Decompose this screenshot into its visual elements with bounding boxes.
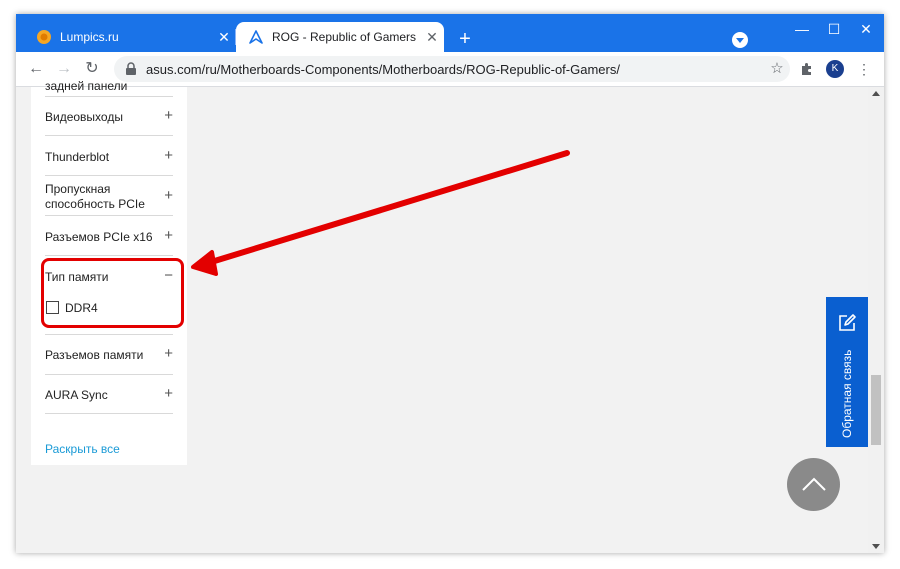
extensions-puzzle-icon[interactable] [799, 61, 815, 77]
tab-title: Lumpics.ru [60, 30, 119, 44]
lock-icon [126, 62, 136, 75]
browser-window: Lumpics.ru ✕ ROG - Republic of Gamers | … [16, 14, 884, 553]
close-window-icon[interactable]: ✕ [848, 14, 884, 44]
scrollbar-thumb[interactable] [871, 375, 881, 445]
expand-plus-icon[interactable]: + [164, 187, 173, 204]
scroll-up-icon[interactable] [872, 91, 880, 96]
reload-icon[interactable]: ↻ [80, 57, 104, 81]
url-text: asus.com/ru/Motherboards-Components/Moth… [146, 61, 620, 77]
bookmark-star-icon[interactable]: ☆ [764, 56, 790, 82]
back-arrow-icon[interactable]: ← [24, 57, 48, 81]
tab-rog[interactable]: ROG - Republic of Gamers | Мат ✕ [236, 22, 444, 52]
page-content: задней панели Видеовыходы + Thunderblot … [16, 79, 868, 553]
filter-item-pcie-x16-slots[interactable]: Разъемов PCIe x16 + [45, 216, 173, 256]
feedback-label: Обратная связь [840, 349, 854, 439]
filter-item-pcie-bandwidth[interactable]: Пропускная способность PCIe + [45, 176, 173, 216]
address-bar[interactable]: asus.com/ru/Motherboards-Components/Moth… [114, 56, 790, 82]
filter-label: задней панели [45, 79, 128, 93]
filter-label: Разъемов PCIe x16 [45, 230, 153, 244]
highlight-annotation-box [41, 258, 184, 328]
forward-arrow-icon[interactable]: → [52, 57, 76, 81]
filter-item-aura-sync[interactable]: AURA Sync + [45, 375, 173, 414]
back-to-top-button[interactable] [787, 458, 840, 511]
filter-label: Видеовыходы [45, 110, 123, 124]
vertical-scrollbar[interactable] [868, 87, 884, 553]
expand-plus-icon[interactable]: + [164, 107, 173, 124]
filter-item-video-outputs[interactable]: Видеовыходы + [45, 96, 173, 136]
tab-close-icon[interactable]: ✕ [212, 29, 236, 46]
expand-plus-icon[interactable]: + [164, 147, 173, 164]
expand-plus-icon[interactable]: + [164, 385, 173, 402]
tab-search-dropdown-icon[interactable] [732, 32, 748, 48]
expand-plus-icon[interactable]: + [164, 227, 173, 244]
menu-kebab-icon[interactable]: ⋮ [852, 57, 876, 81]
maximize-icon[interactable]: ☐ [816, 14, 852, 44]
tab-lumpics[interactable]: Lumpics.ru ✕ [24, 22, 236, 52]
edit-pencil-icon [839, 314, 856, 331]
profile-avatar[interactable]: K [826, 60, 844, 78]
filter-item-rear-panel[interactable]: задней панели [45, 79, 173, 97]
filter-item-memory-slots[interactable]: Разъемов памяти + [45, 335, 173, 375]
filter-label: Разъемов памяти [45, 348, 144, 362]
expand-all-link[interactable]: Раскрыть все [45, 442, 120, 456]
scroll-down-icon[interactable] [872, 544, 880, 549]
asus-favicon-icon [249, 30, 263, 44]
tab-close-icon[interactable]: ✕ [420, 29, 444, 46]
filter-label: AURA Sync [45, 388, 108, 402]
feedback-button[interactable]: Обратная связь [826, 297, 868, 447]
filter-label: Thunderblot [45, 150, 110, 164]
filter-item-thunderbolt[interactable]: Thunderblot + [45, 136, 173, 176]
lumpics-favicon-icon [37, 30, 51, 44]
chevron-up-icon [802, 477, 826, 491]
tab-title: ROG - Republic of Gamers | Мат [272, 30, 420, 44]
expand-plus-icon[interactable]: + [164, 345, 173, 362]
filter-label: Пропускная способность PCIe [45, 182, 145, 211]
minimize-icon[interactable]: — [784, 14, 820, 44]
new-tab-plus-icon[interactable]: + [452, 27, 478, 53]
tab-strip: Lumpics.ru ✕ ROG - Republic of Gamers | … [16, 14, 884, 52]
